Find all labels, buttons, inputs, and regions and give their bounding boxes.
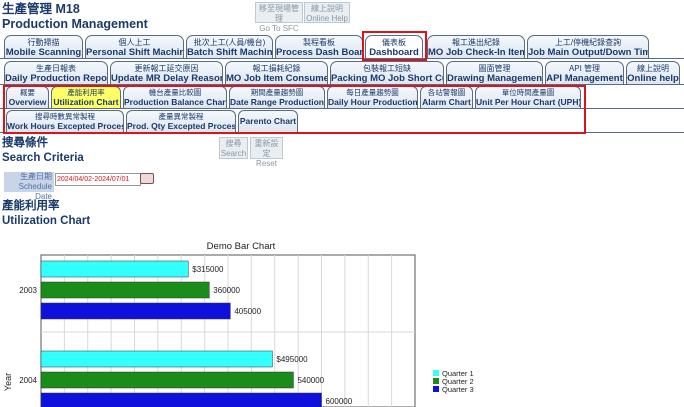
tab-label-en: MO Job Check-In Item (428, 47, 525, 58)
data-label: 405000 (234, 307, 261, 316)
tab-label-en: Personal Shift Machine (86, 47, 184, 58)
tab-label-zh: 個人上工 (118, 38, 151, 47)
tab-label-en: Mobile Scanning (5, 47, 82, 58)
online-help-label-en: Online Help (306, 14, 348, 23)
tab-label-zh: 線上說明 (637, 64, 669, 73)
calendar-icon[interactable] (140, 173, 154, 184)
subtabs-highlight (3, 85, 586, 134)
data-label: 360000 (213, 286, 240, 295)
online-help-button[interactable]: 線上說明 Online Help (304, 2, 350, 23)
y-tick-label: 2004 (19, 376, 37, 385)
tab-process-dash-board[interactable]: 製程看板 Process Dash Board (275, 35, 363, 58)
search-button-en: Search (220, 149, 247, 158)
bar (40, 281, 210, 299)
legend-label: Quarter 3 (442, 385, 474, 394)
tab-update-mr-delay-reason[interactable]: 更新報工延交原因 Update MR Delay Reason (110, 61, 223, 84)
legend-swatch (433, 378, 439, 384)
y-axis-label: Year (3, 373, 13, 391)
schedule-date-input[interactable]: 2024/04/02-2024/07/01 (55, 173, 141, 186)
tab-api-management[interactable]: API 管理 API Management (545, 61, 624, 84)
tab-packing-mo-job-short-cut[interactable]: 包裝報工短缺 Packing MO Job Short Cut (330, 61, 444, 84)
tab-label-zh: 報工損耗紀錄 (252, 64, 301, 73)
bar (40, 371, 294, 389)
search-button[interactable]: 搜尋 Search (219, 137, 248, 159)
tab-label-en: Daily Production Report (5, 73, 108, 84)
tab-label-en: MO Job Item Consumed (226, 73, 328, 84)
tab-label-en: Online help (627, 73, 679, 84)
go-to-sfc-label-zh: 移至現場管理 (259, 4, 299, 23)
utilization-heading-en: Utilization Chart (2, 215, 91, 227)
reset-button-zh: 重新設定 (254, 139, 279, 158)
tab-mo-job-item-consumed[interactable]: 報工損耗紀錄 MO Job Item Consumed (225, 61, 328, 84)
tab-label-en: Job Main Output/Down Time (528, 47, 649, 58)
tab-label-zh: 圖面管理 (478, 64, 511, 73)
data-label: 540000 (297, 376, 324, 385)
search-button-zh: 搜尋 (225, 139, 242, 148)
schedule-date-label-zh: 生產日期 (20, 172, 52, 181)
app-title-en: Production Management (2, 17, 148, 31)
data-label: $315000 (192, 265, 224, 274)
tab-batch-shift-machine[interactable]: 批次上工(人員/機台) Batch Shift Machine (186, 35, 273, 58)
search-criteria-heading-en: Search Criteria (2, 152, 84, 164)
dashboard-highlight (362, 31, 427, 61)
schedule-date-label: 生產日期 Schedule Date (4, 172, 54, 201)
reset-button[interactable]: 重新設定 Reset (250, 137, 283, 168)
tab-label-zh: 製程看板 (303, 38, 335, 47)
tab-label-zh: 報工進出紀錄 (452, 38, 500, 47)
tab-label-zh: 更新報工延交原因 (134, 64, 199, 73)
tab-label-zh: 生產日報表 (36, 64, 76, 73)
utilization-bar-chart: Demo Bar Chart $315000 360000 405000 2003 $49… (3, 241, 474, 407)
app-title: 生產管理 M18 (2, 2, 80, 16)
tab-mobile-scanning[interactable]: 行動掃描 Mobile Scanning (4, 35, 83, 58)
tab-label-zh: 上工/停機紀錄查詢 (554, 38, 622, 47)
bar (40, 392, 322, 407)
tab-label-en: Packing MO Job Short Cut (331, 73, 444, 84)
online-help-label-zh: 線上說明 (311, 4, 343, 13)
tab-label-en: Batch Shift Machine (187, 47, 273, 58)
tab-label-zh: 行動掃描 (27, 38, 60, 47)
tab-daily-production-report[interactable]: 生產日報表 Daily Production Report (4, 61, 108, 84)
tab-label-en: Update MR Delay Reason (111, 73, 223, 84)
tab-label-en: Process Dash Board (276, 47, 363, 58)
go-to-sfc-label-en: Go To SFC (259, 24, 299, 33)
tab-label-en: Drawing Management (447, 73, 543, 84)
search-criteria-heading-zh: 搜尋條件 (2, 137, 48, 149)
tab-mo-job-check-in-item[interactable]: 報工進出紀錄 MO Job Check-In Item (427, 35, 525, 58)
tab-drawing-management[interactable]: 圖面管理 Drawing Management (446, 61, 543, 84)
bar (40, 350, 273, 368)
schedule-date-label-en: Schedule Date (18, 182, 52, 201)
tab-label-zh: 包裝報工短缺 (363, 64, 411, 73)
tab-job-main-output-down-time[interactable]: 上工/停機紀錄查詢 Job Main Output/Down Time (527, 35, 649, 58)
data-label: $495000 (276, 355, 308, 364)
legend-swatch (433, 386, 439, 392)
tab-label-zh: 批次上工(人員/機台) (193, 38, 266, 47)
legend-swatch (433, 370, 439, 376)
bar (40, 302, 231, 320)
y-tick-label: 2003 (19, 286, 37, 295)
data-label: 600000 (326, 397, 353, 406)
go-to-sfc-button[interactable]: 移至現場管理 Go To SFC (255, 2, 303, 33)
tab-label-zh: API 管理 (568, 64, 601, 73)
bar (40, 260, 189, 278)
tab-personal-shift-machine[interactable]: 個人上工 Personal Shift Machine (85, 35, 184, 58)
tab-label-en: API Management (546, 73, 623, 84)
chart-title: Demo Bar Chart (207, 241, 276, 252)
utilization-heading-zh: 產能利用率 (2, 200, 60, 212)
reset-button-en: Reset (256, 159, 277, 168)
tab-online-help[interactable]: 線上說明 Online help (626, 61, 680, 84)
